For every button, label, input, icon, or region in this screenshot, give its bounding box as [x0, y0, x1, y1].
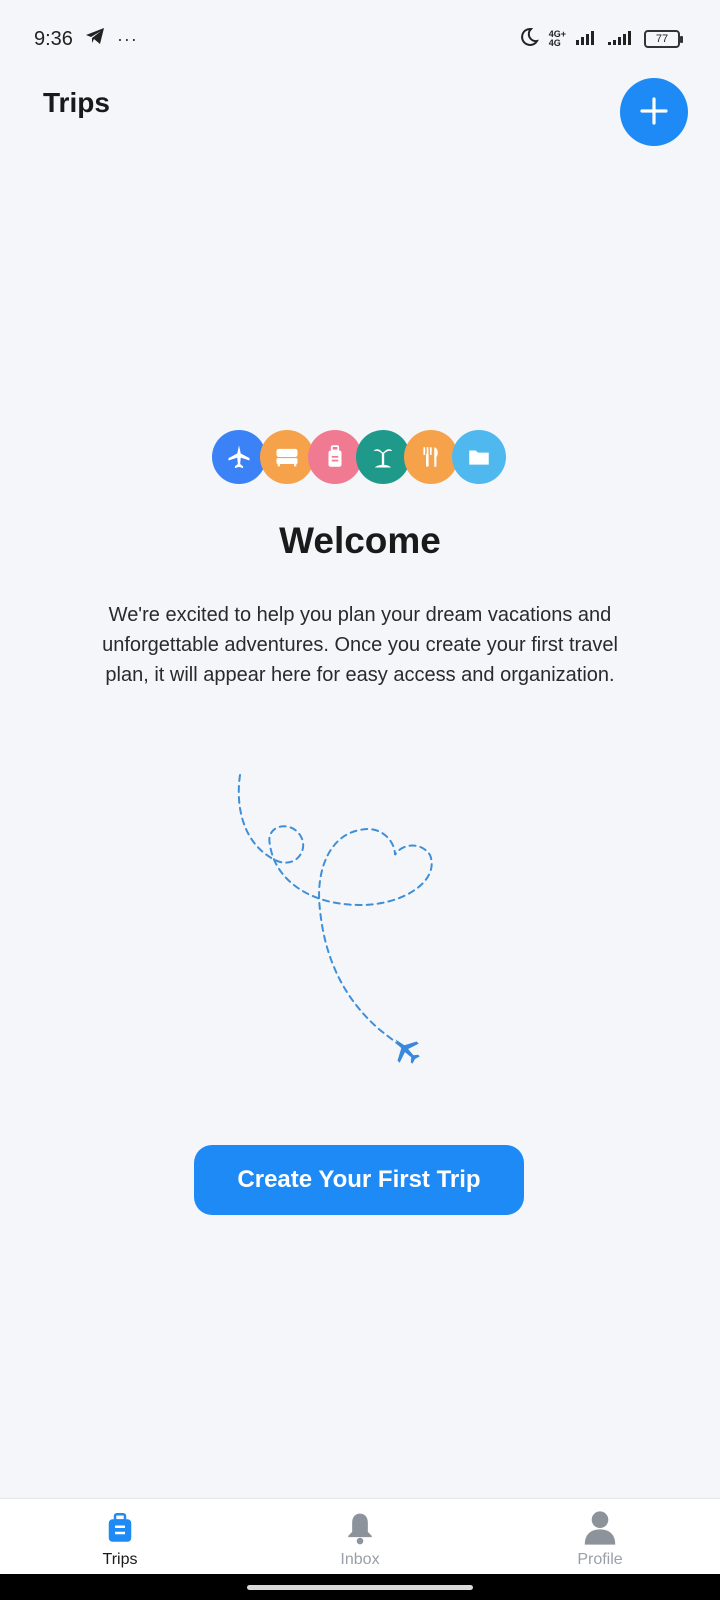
nav-item-trips[interactable]: Trips	[0, 1499, 240, 1574]
nav-item-inbox[interactable]: Inbox	[240, 1499, 480, 1574]
moon-icon	[519, 27, 539, 52]
airplane-icon	[388, 1032, 424, 1073]
signal-icon	[576, 29, 598, 50]
nav-label-profile: Profile	[577, 1551, 623, 1568]
plus-icon	[639, 96, 669, 129]
bell-icon	[341, 1509, 379, 1547]
nav-label-inbox: Inbox	[340, 1551, 380, 1568]
nav-item-profile[interactable]: Profile	[480, 1499, 720, 1574]
luggage-icon	[308, 430, 362, 484]
person-icon	[581, 1509, 619, 1547]
network-type-bottom: 4G	[548, 38, 561, 48]
welcome-title: Welcome	[279, 520, 441, 561]
app-header: Trips	[0, 78, 720, 188]
status-right: 4G+ 4G 77	[519, 27, 683, 52]
telegram-icon	[85, 27, 105, 51]
nav-label-trips: Trips	[102, 1551, 138, 1568]
home-gesture-bar[interactable]	[247, 1585, 473, 1590]
status-time: 9:36	[34, 27, 73, 50]
bottom-nav: Trips Inbox Profile	[0, 1498, 720, 1574]
status-more-dots: ···	[116, 28, 138, 49]
add-trip-button[interactable]	[620, 78, 688, 146]
signal-icon-2	[608, 29, 634, 50]
category-icon-row	[212, 430, 522, 484]
flight-path-illustration	[220, 770, 450, 1110]
folder-icon	[452, 430, 506, 484]
create-first-trip-button[interactable]: Create Your First Trip	[194, 1145, 524, 1215]
network-type: 4G+ 4G	[549, 30, 566, 48]
battery-indicator: 77	[644, 30, 683, 48]
restaurant-icon	[404, 430, 458, 484]
island-icon	[356, 430, 410, 484]
bed-icon	[260, 430, 314, 484]
status-left: 9:36 ···	[34, 27, 138, 51]
system-navigation-area	[0, 1574, 720, 1600]
status-bar: 9:36 ··· 4G+ 4G 77	[0, 0, 720, 78]
welcome-description: We're excited to help you plan your drea…	[102, 604, 618, 686]
suitcase-icon	[101, 1509, 139, 1547]
page-title: Trips	[43, 87, 110, 118]
airplane-icon	[212, 430, 266, 484]
